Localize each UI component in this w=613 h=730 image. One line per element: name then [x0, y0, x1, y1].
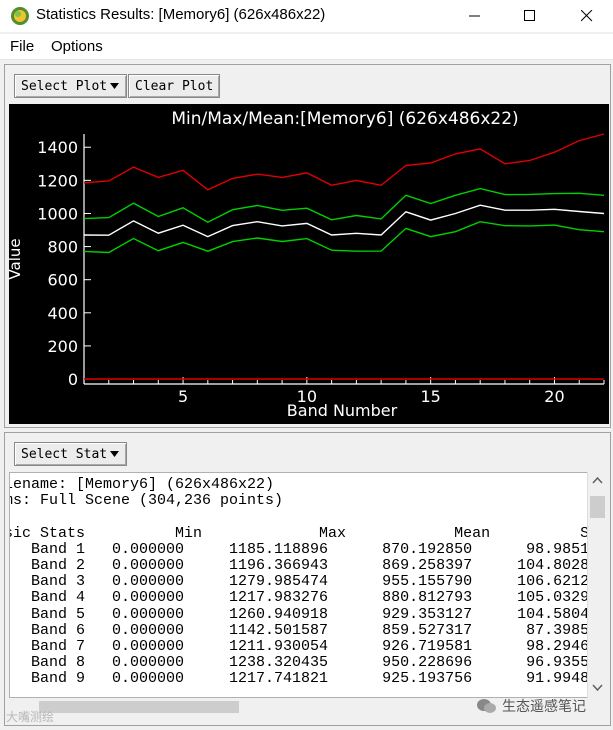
- stats-line: Band 2 0.000000 1196.366943 869.258397 1…: [9, 557, 606, 575]
- vertical-scrollbar[interactable]: [587, 472, 606, 698]
- title-bar: Statistics Results: [Memory6] (626x486x2…: [0, 0, 613, 32]
- watermark-right-text: 生态遥感笔记: [502, 699, 586, 715]
- dropdown-arrow-icon: [110, 451, 120, 457]
- maximize-button[interactable]: [507, 0, 553, 32]
- scroll-up-icon[interactable]: [588, 474, 607, 488]
- x-tick-label: 20: [544, 387, 564, 406]
- vertical-scroll-thumb[interactable]: [590, 496, 605, 518]
- y-tick-label: 800: [47, 238, 78, 257]
- stats-line: Filename: [Memory6] (626x486x22): [9, 476, 275, 493]
- watermark-right: 生态遥感笔记: [476, 696, 586, 716]
- select-plot-label: Select Plot: [21, 78, 108, 94]
- stats-line: Band 3 0.000000 1279.985474 955.155790 1…: [9, 573, 606, 591]
- series-line-1: [83, 133, 605, 191]
- minimize-icon: [469, 15, 480, 17]
- stats-line: Band 5 0.000000 1260.940918 929.353127 1…: [9, 605, 606, 623]
- stats-line: Band 4 0.000000 1217.983276 880.812793 1…: [9, 589, 606, 607]
- horizontal-scroll-thumb[interactable]: [39, 701, 239, 713]
- x-tick-label: 5: [178, 387, 188, 406]
- stats-report: Filename: [Memory6] (626x486x22) Dims: Fu…: [9, 476, 606, 688]
- series-line-2: [83, 187, 605, 223]
- y-tick-label: 1200: [37, 171, 78, 190]
- menu-file[interactable]: File: [10, 38, 34, 55]
- window-title: Statistics Results: [Memory6] (626x486x2…: [36, 6, 326, 23]
- y-tick-label: 200: [47, 337, 78, 356]
- stats-line: Band 8 0.000000 1238.320435 950.228696 9…: [9, 654, 606, 672]
- maximize-icon: [524, 10, 535, 21]
- close-icon: [581, 10, 593, 22]
- select-stat-button[interactable]: Select Stat: [14, 442, 128, 466]
- minimize-button[interactable]: [452, 0, 498, 32]
- stats-line: Band 7 0.000000 1211.930054 926.719581 9…: [9, 638, 606, 656]
- y-tick-label: 0: [68, 370, 78, 389]
- stats-line: Band 6 0.000000 1142.501587 859.527317 8…: [9, 621, 606, 639]
- stats-line: [10, 509, 605, 525]
- select-stat-label: Select Stat: [21, 446, 108, 462]
- x-axis-label: Band Number: [287, 401, 398, 420]
- wechat-icon: [477, 699, 496, 713]
- y-tick-label: 600: [47, 271, 78, 290]
- min-max-mean-chart: 02004006008001000120014005 10 15 20Min/Max/…: [9, 109, 605, 420]
- close-button[interactable]: [564, 0, 610, 32]
- x-tick-label: 15: [420, 387, 440, 406]
- menu-options[interactable]: Options: [51, 38, 103, 55]
- stats-line: Dims: Full Scene (304,236 points): [9, 492, 284, 510]
- dropdown-arrow-icon: [110, 83, 120, 89]
- clear-plot-button[interactable]: Clear Plot: [128, 74, 221, 98]
- series-line-3: [83, 204, 605, 238]
- stats-line: Band 9 0.000000 1217.741821 925.193756 9…: [9, 670, 606, 688]
- menu-bar: File Options: [0, 34, 613, 60]
- select-plot-button[interactable]: Select Plot: [14, 74, 128, 98]
- clear-plot-label: Clear Plot: [135, 78, 214, 94]
- y-tick-label: 400: [47, 304, 78, 323]
- stats-line: Band 1 0.000000 1185.118896 870.192850 9…: [9, 540, 606, 558]
- series-line-4: [83, 220, 605, 254]
- plot-canvas: 0 200 400 600 800 1000 1200 1400 5 10 15 20 Min/Max/…: [9, 104, 609, 424]
- scroll-down-icon[interactable]: [588, 680, 607, 694]
- y-tick-label: 1400: [37, 138, 78, 157]
- stats-text-area[interactable]: Filename: [Memory6] (626x486x22) Dims: Fu…: [9, 472, 606, 698]
- stats-line: Basic Stats Min Max Mean Stdev: [9, 524, 606, 542]
- envi-app-icon: [11, 7, 29, 25]
- watermark-left: 大嘴测绘: [6, 708, 54, 725]
- y-axis-label: Value: [9, 238, 24, 279]
- chart-title: Min/Max/Mean:[Memory6] (626x486x22): [171, 109, 518, 129]
- statistics-window: Statistics Results: [Memory6] (626x486x2…: [0, 0, 613, 730]
- watermark-left-text: 大嘴测绘: [6, 710, 55, 724]
- y-tick-label: 1000: [37, 204, 78, 223]
